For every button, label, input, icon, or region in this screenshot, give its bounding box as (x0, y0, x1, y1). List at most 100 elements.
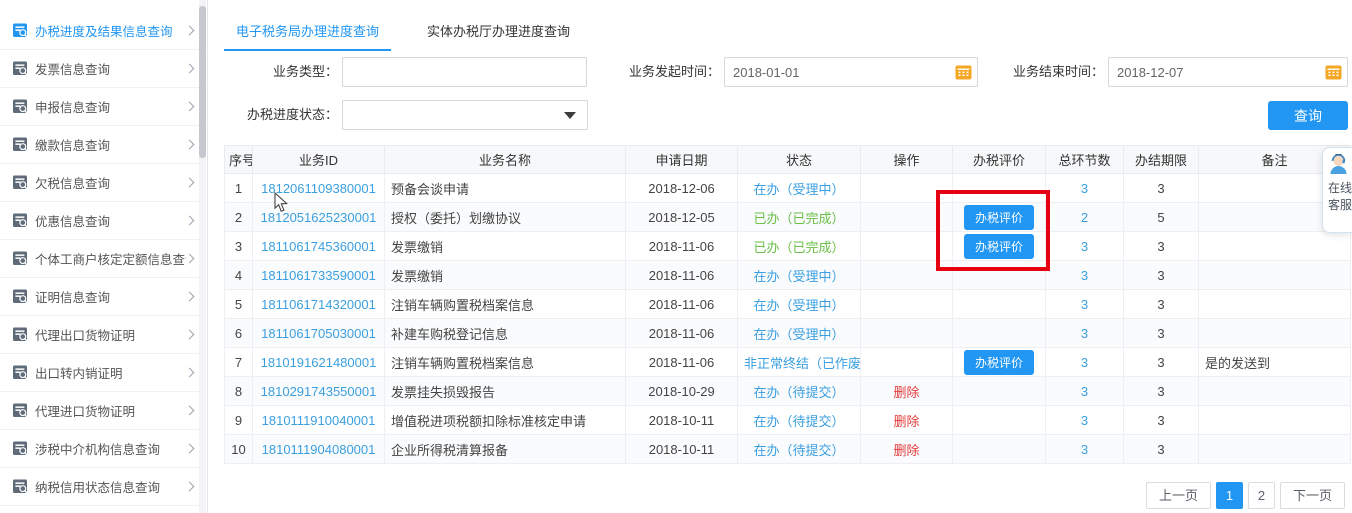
calendar-icon[interactable] (955, 64, 972, 80)
table-row: 71810191621480001注销车辆购置税档案信息2018-11-06非正… (225, 348, 1351, 377)
sidebar-item[interactable]: 优惠信息查询 (0, 202, 207, 240)
total-steps-link[interactable]: 3 (1081, 413, 1088, 428)
cell-action (861, 319, 953, 348)
sidebar-item-label: 申报信息查询 (35, 97, 110, 116)
business-id-link[interactable]: 1812051625230001 (261, 210, 377, 225)
total-steps-link[interactable]: 3 (1081, 181, 1088, 196)
cell-total-steps: 3 (1046, 232, 1124, 261)
cell-status: 已办（已完成） (738, 232, 861, 261)
sidebar-item[interactable]: 办税进度及结果信息查询 (0, 12, 207, 50)
cell-business-name: 注销车辆购置税档案信息 (385, 290, 626, 319)
sidebar-item-label: 出口转内销证明 (35, 363, 123, 382)
sidebar-item[interactable]: 出口转内销证明 (0, 354, 207, 392)
start-time-input[interactable] (724, 57, 978, 87)
next-page-button[interactable]: 下一页 (1280, 482, 1345, 509)
cell-total-steps: 3 (1046, 319, 1124, 348)
delete-link[interactable]: 删除 (893, 414, 919, 429)
business-id-link[interactable]: 1811061733590001 (261, 268, 376, 283)
doc-search-icon (12, 250, 29, 267)
sidebar-item-label: 缴款信息查询 (35, 135, 110, 154)
status-text: 非正常终结（已作废） (744, 356, 861, 371)
status-text: 在办（受理中） (753, 269, 844, 284)
business-id-link[interactable]: 1811061714320001 (261, 297, 376, 312)
cell-status: 在办（受理中） (738, 319, 861, 348)
doc-search-icon (12, 174, 29, 191)
cell-total-steps: 3 (1046, 174, 1124, 203)
cell-remark (1199, 290, 1351, 319)
end-time-input[interactable] (1108, 57, 1348, 87)
cell-business-id: 1810111904080001 (253, 435, 385, 464)
status-text: 在办（受理中） (753, 298, 844, 313)
tab-electronic-tax-bureau[interactable]: 电子税务局办理进度查询 (224, 19, 391, 51)
sidebar-item[interactable]: 申报信息查询 (0, 88, 207, 126)
sidebar-menu: 办税进度及结果信息查询发票信息查询申报信息查询缴款信息查询欠税信息查询优惠信息查… (0, 12, 207, 506)
tax-evaluate-button[interactable]: 办税评价 (964, 234, 1034, 259)
sidebar-item[interactable]: 证明信息查询 (0, 278, 207, 316)
total-steps-link[interactable]: 3 (1081, 239, 1088, 254)
cell-seq: 9 (225, 406, 253, 435)
sidebar-item[interactable]: 欠税信息查询 (0, 164, 207, 202)
cell-evaluate (953, 406, 1046, 435)
pagination: 上一页 12 下一页 (1146, 482, 1345, 509)
cell-deadline: 3 (1124, 261, 1199, 290)
chevron-down-icon[interactable] (564, 112, 576, 119)
total-steps-link[interactable]: 2 (1081, 210, 1088, 225)
online-service-widget[interactable]: 在线客服 (1322, 147, 1352, 233)
business-type-input[interactable] (342, 57, 587, 87)
sidebar-item[interactable]: 发票信息查询 (0, 50, 207, 88)
cell-seq: 2 (225, 203, 253, 232)
doc-search-icon (12, 212, 29, 229)
business-id-link[interactable]: 1812061109380001 (261, 181, 376, 196)
status-text: 在办（受理中） (753, 182, 844, 197)
business-id-link[interactable]: 1811061705030001 (261, 326, 376, 341)
business-id-link[interactable]: 1810191621480001 (261, 355, 377, 370)
column-header: 业务ID (253, 146, 385, 174)
sidebar-scrollbar-thumb[interactable] (199, 6, 206, 158)
business-id-link[interactable]: 1810111904080001 (262, 442, 376, 457)
delete-link[interactable]: 删除 (893, 443, 919, 458)
tax-evaluate-button[interactable]: 办税评价 (964, 350, 1034, 375)
cell-apply-date: 2018-12-05 (626, 203, 738, 232)
sidebar-item[interactable]: 个体工商户核定定额信息查询 (0, 240, 207, 278)
sidebar-item[interactable]: 缴款信息查询 (0, 126, 207, 164)
doc-search-icon (12, 364, 29, 381)
chevron-right-icon (185, 178, 195, 188)
cell-seq: 1 (225, 174, 253, 203)
total-steps-link[interactable]: 3 (1081, 297, 1088, 312)
tab-physical-tax-hall[interactable]: 实体办税厅办理进度查询 (415, 19, 582, 51)
cell-business-id: 1812051625230001 (253, 203, 385, 232)
total-steps-link[interactable]: 3 (1081, 384, 1088, 399)
cell-seq: 3 (225, 232, 253, 261)
sidebar-item[interactable]: 涉税中介机构信息查询 (0, 430, 207, 468)
chevron-right-icon (185, 406, 195, 416)
sidebar-item[interactable]: 代理出口货物证明 (0, 316, 207, 354)
status-text: 在办（受理中） (753, 327, 844, 342)
doc-search-icon (12, 478, 29, 495)
delete-link[interactable]: 删除 (893, 385, 919, 400)
business-id-link[interactable]: 1811061745360001 (261, 239, 376, 254)
column-header: 状态 (738, 146, 861, 174)
total-steps-link[interactable]: 3 (1081, 268, 1088, 283)
calendar-icon[interactable] (1325, 64, 1342, 80)
prev-page-button[interactable]: 上一页 (1146, 482, 1211, 509)
page-number-button[interactable]: 2 (1248, 482, 1275, 509)
column-header: 申请日期 (626, 146, 738, 174)
sidebar-item-label: 办税进度及结果信息查询 (35, 21, 173, 40)
table-body: 11812061109380001预备会谈申请2018-12-06在办（受理中）… (225, 174, 1351, 464)
query-button[interactable]: 查询 (1268, 101, 1348, 130)
cell-business-name: 授权（委托）划缴协议 (385, 203, 626, 232)
business-type-label: 业务类型： (226, 57, 338, 87)
page-number-button[interactable]: 1 (1216, 482, 1243, 509)
progress-status-select[interactable] (342, 100, 588, 130)
business-id-link[interactable]: 1810111910040001 (262, 413, 376, 428)
sidebar-item[interactable]: 代理进口货物证明 (0, 392, 207, 430)
sidebar-item[interactable]: 纳税信用状态信息查询 (0, 468, 207, 506)
tax-evaluate-button[interactable]: 办税评价 (964, 205, 1034, 230)
business-id-link[interactable]: 1810291743550001 (261, 384, 377, 399)
total-steps-link[interactable]: 3 (1081, 355, 1088, 370)
cell-apply-date: 2018-10-11 (626, 435, 738, 464)
total-steps-link[interactable]: 3 (1081, 326, 1088, 341)
cell-total-steps: 2 (1046, 203, 1124, 232)
table-row: 31811061745360001发票缴销2018-11-06已办（已完成）办税… (225, 232, 1351, 261)
total-steps-link[interactable]: 3 (1081, 442, 1088, 457)
